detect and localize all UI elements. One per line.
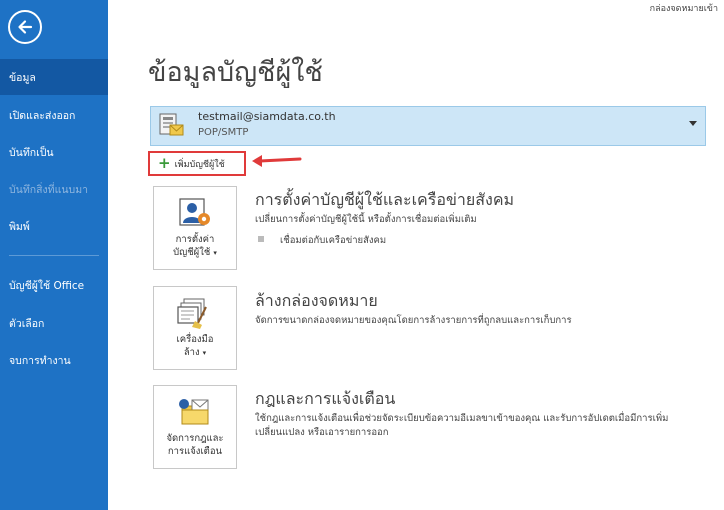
account-email: testmail@siamdata.co.th — [198, 110, 336, 123]
add-account-button[interactable]: + เพิ่มบัญชีผู้ใช้ — [148, 151, 246, 176]
account-settings-icon — [179, 198, 210, 226]
bullet-icon — [258, 236, 264, 242]
sidebar-item-print[interactable]: พิมพ์ — [0, 208, 108, 244]
back-arrow-icon — [18, 20, 33, 34]
backstage-sidebar: ข้อมูล เปิดและส่งออก บันทึกเป็น บันทึกสิ… — [0, 0, 108, 510]
rules-alerts-tile[interactable]: จัดการกฎและ การแจ้งเตือน — [153, 385, 237, 469]
section-title-account-settings: การตั้งค่าบัญชีผู้ใช้และเครือข่ายสังคม — [255, 190, 515, 209]
sidebar-item-open-export[interactable]: เปิดและส่งออก — [0, 97, 108, 133]
account-selector[interactable]: testmail@siamdata.co.th POP/SMTP — [150, 106, 706, 146]
section-desc-rules: ใช้กฎและการแจ้งเตือนเพื่อช่วยจัดระเบียบข… — [255, 413, 669, 438]
sidebar-item-save-attachments: บันทึกสิ่งที่แนบมา — [9, 183, 89, 196]
section-title-cleanup: ล้างกล่องจดหมาย — [255, 291, 378, 310]
plus-icon: + — [158, 154, 171, 172]
account-type: POP/SMTP — [198, 127, 249, 138]
account-icon — [159, 113, 184, 136]
red-arrow-annotation-icon — [252, 155, 302, 167]
cleanup-tools-tile-label: เครื่องมือ ล้าง ▾ — [176, 334, 214, 358]
rules-alerts-icon — [179, 399, 209, 425]
social-network-link[interactable]: เชื่อมต่อกับเครือข่ายสังคม — [280, 233, 386, 248]
dropdown-arrow-icon — [689, 121, 697, 126]
section-title-rules: กฎและการแจ้งเตือน — [255, 389, 396, 408]
sidebar-item-options[interactable]: ตัวเลือก — [0, 305, 108, 341]
page-title: ข้อมูลบัญชีผู้ใช้ — [148, 57, 323, 88]
window-title: กล่องจดหมายเข้า — [649, 4, 718, 14]
chevron-down-icon: ▾ — [202, 349, 207, 357]
account-settings-tile-label: การตั้งค่า บัญชีผู้ใช้ ▾ — [173, 234, 217, 258]
cleanup-tools-tile[interactable]: เครื่องมือ ล้าง ▾ — [153, 286, 237, 370]
sidebar-item-save-as[interactable]: บันทึกเป็น — [0, 134, 108, 170]
account-settings-tile[interactable]: การตั้งค่า บัญชีผู้ใช้ ▾ — [153, 186, 237, 270]
chevron-down-icon: ▾ — [213, 249, 217, 257]
back-button[interactable] — [8, 10, 42, 44]
cleanup-tools-icon — [177, 298, 207, 329]
sidebar-item-office-account[interactable]: บัญชีผู้ใช้ Office — [0, 267, 108, 303]
sidebar-item-exit[interactable]: จบการทำงาน — [0, 342, 108, 378]
add-account-label: เพิ่มบัญชีผู้ใช้ — [174, 159, 225, 170]
rules-alerts-tile-label: จัดการกฎและ การแจ้งเตือน — [166, 433, 224, 457]
sidebar-divider — [9, 255, 99, 256]
section-desc-cleanup: จัดการขนาดกล่องจดหมายของคุณโดยการล้างราย… — [255, 315, 572, 326]
sidebar-item-info[interactable]: ข้อมูล — [0, 59, 108, 95]
section-desc-account-settings: เปลี่ยนการตั้งค่าบัญชีผู้ใช้นี้ หรือตั้ง… — [255, 214, 477, 225]
